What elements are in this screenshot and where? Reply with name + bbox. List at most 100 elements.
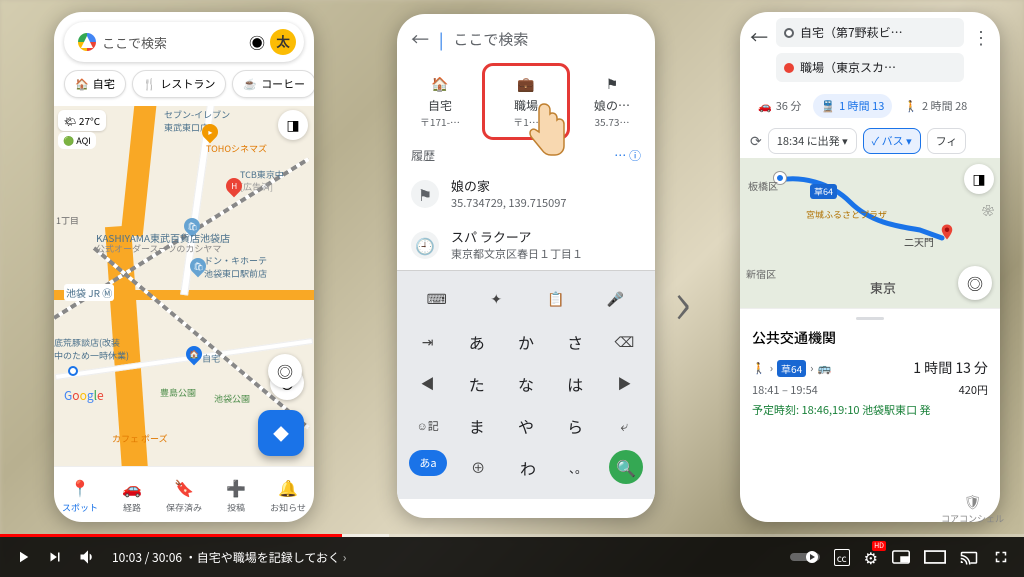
transit-filters: ⟳ 18:34 に出発 ▾ ✓ バス ▾ フィ: [740, 124, 1000, 158]
key[interactable]: ▶: [605, 366, 643, 402]
phone-screenshot-2: ← |ここで検索 🏠 自宅 〒171-… 💼 職場 〒1… ⚑ 娘の… 35.7…: [397, 14, 655, 518]
route-header: ← 自宅（第7野萩ビ… 職場（東京スカ… ⋮: [740, 12, 1000, 88]
key-backspace[interactable]: ⌫: [605, 324, 643, 360]
key[interactable]: わ: [509, 450, 547, 486]
sheet-title: 公共交通機関: [752, 328, 988, 348]
station-ikebukuro[interactable]: 池袋 JR Ⓜ: [64, 284, 114, 301]
mode-car[interactable]: 🚗36 分: [750, 94, 809, 118]
soft-keyboard[interactable]: ⌨ ✦ 📋 🎤 ⇥ あ か さ ⌫ ◀ た な は ▶ ☺記 ま や ら ⤶ あ…: [397, 270, 655, 499]
kbd-sparkle-icon[interactable]: ✦: [477, 281, 515, 317]
play-button[interactable]: [14, 548, 32, 566]
origin-circle-marker: [68, 366, 78, 376]
profile-avatar[interactable]: 太: [270, 29, 296, 55]
key[interactable]: や: [507, 408, 545, 444]
work-icon: 💼: [515, 73, 537, 95]
key[interactable]: あ: [458, 324, 496, 360]
route-badge: 草64: [810, 184, 837, 199]
time-display: 10:03 / 30:06 ・自宅や職場を記録しておく ›: [112, 549, 346, 566]
history-icon: 🕘: [411, 231, 439, 259]
history-row-2[interactable]: 🕘 スパ ラクーア東京都文京区春日１丁目１: [397, 219, 655, 270]
key[interactable]: ら: [556, 408, 594, 444]
kbd-mic-icon[interactable]: 🎤: [596, 281, 634, 317]
poi-kamen: 底荒豚談店(改装 中のため一時休業): [54, 336, 129, 362]
mode-transit[interactable]: 🚆1 時間 13: [813, 94, 892, 118]
key-language[interactable]: あa: [409, 450, 447, 476]
tab-spot[interactable]: 📍スポット: [54, 467, 106, 522]
more-history[interactable]: ⋯ ⓘ: [614, 147, 641, 164]
depart-time[interactable]: 18:34 に出発 ▾: [768, 128, 857, 154]
filter-bus[interactable]: ✓ バス ▾: [863, 128, 921, 154]
miniplayer-button[interactable]: [892, 550, 910, 564]
search-bar[interactable]: ここで検索 ◉ 太: [64, 22, 304, 62]
key[interactable]: か: [507, 324, 545, 360]
history-row-1[interactable]: ⚑ 娘の家35.734729, 139.715097: [397, 168, 655, 219]
poi-toho: TOHOシネマズ: [206, 142, 267, 155]
next-button[interactable]: [46, 548, 64, 566]
key[interactable]: な: [507, 366, 545, 402]
key-globe[interactable]: ⊕: [459, 450, 497, 486]
key-enter[interactable]: ⤶: [605, 408, 643, 444]
tab-saved[interactable]: 🔖保存済み: [158, 467, 210, 522]
poi-seven-eleven: セブン-イレブン 東武東口店: [164, 108, 230, 134]
tab-contribute[interactable]: ➕投稿: [210, 467, 262, 522]
key[interactable]: 、。: [559, 450, 597, 486]
kbd-switch-icon[interactable]: ⌨: [418, 281, 456, 317]
transit-sheet[interactable]: 公共交通機関 🚶 › 草64 › 🚌 1 時間 13 分 18:41 – 19:…: [740, 308, 1000, 522]
channel-watermark: 🛡 コアコンシェル: [941, 492, 1004, 525]
bottom-nav: 📍スポット 🚗経路 🔖保存済み ➕投稿 🔔お知らせ: [54, 466, 314, 522]
directions-fab[interactable]: ◆: [258, 410, 304, 456]
category-chips: 🏠自宅 🍴レストラン ☕コーヒー: [54, 62, 314, 106]
aqi-badge[interactable]: 🟢 AQI: [58, 132, 96, 149]
overflow-icon[interactable]: ⋮: [970, 18, 992, 56]
layers-button[interactable]: ◨: [278, 110, 308, 140]
mode-walk[interactable]: 🚶2 時間 28: [896, 94, 975, 118]
lens-icon[interactable]: ◉: [248, 30, 266, 54]
autoplay-toggle[interactable]: [790, 550, 820, 564]
key[interactable]: は: [556, 366, 594, 402]
weather-badge[interactable]: 🌤 27°C: [58, 110, 106, 131]
key[interactable]: ⇥: [409, 324, 447, 360]
back-icon[interactable]: ←: [748, 18, 770, 56]
theater-button[interactable]: [924, 550, 946, 564]
key[interactable]: ◀: [409, 366, 447, 402]
search-bar[interactable]: ← |ここで検索: [397, 14, 655, 64]
my-location-upper[interactable]: ◎: [268, 354, 302, 388]
destination-field[interactable]: 職場（東京スカ…: [776, 53, 964, 82]
poi-ad: [広告済]: [240, 180, 273, 193]
quick-home[interactable]: 🏠 自宅 〒171-…: [397, 64, 483, 139]
tab-updates[interactable]: 🔔お知らせ: [262, 467, 314, 522]
chip-coffee[interactable]: ☕コーヒー: [232, 70, 314, 98]
cast-button[interactable]: [960, 549, 978, 565]
kbd-clipboard-icon[interactable]: 📋: [537, 281, 575, 317]
key[interactable]: た: [458, 366, 496, 402]
tab-route[interactable]: 🚗経路: [106, 467, 158, 522]
chip-restaurant[interactable]: 🍴レストラン: [132, 70, 227, 98]
route-summary[interactable]: 🚶 › 草64 › 🚌 1 時間 13 分: [752, 348, 988, 380]
captions-button[interactable]: cc: [834, 549, 850, 566]
sheet-handle[interactable]: [856, 317, 884, 320]
label-shinjuku: 新宿区: [746, 266, 776, 281]
chip-home[interactable]: 🏠自宅: [64, 70, 126, 98]
volume-button[interactable]: [78, 547, 98, 567]
key-emoji[interactable]: ☺記: [409, 408, 447, 444]
origin-field[interactable]: 自宅（第7野萩ビ…: [776, 18, 964, 47]
fullscreen-button[interactable]: [992, 548, 1010, 566]
back-icon[interactable]: ←: [411, 26, 429, 52]
quick-custom[interactable]: ⚑ 娘の… 35.73…: [569, 64, 655, 139]
key[interactable]: ま: [458, 408, 496, 444]
map-canvas[interactable]: 🌤 27°C 🟢 AQI ◨ セブン-イレブン 東武東口店 TOHOシネマズ T…: [54, 106, 314, 466]
label-nitenmon: 二天門: [904, 234, 934, 249]
layers-button[interactable]: ◨: [964, 164, 994, 194]
refresh-icon[interactable]: ⟳: [750, 131, 762, 151]
label-tokyo: 東京: [870, 278, 896, 297]
my-location-button[interactable]: ◎: [958, 266, 992, 300]
filter-more[interactable]: フィ: [927, 128, 967, 154]
google-maps-icon: [78, 33, 96, 51]
key[interactable]: さ: [556, 324, 594, 360]
home-icon: 🏠: [429, 73, 451, 95]
layers-badge[interactable]: ❀: [982, 202, 994, 219]
route-map[interactable]: 板橋区 草64 宮城ふるさとプラザ 二天門 新宿区 東京 ◨ ◎ ❀: [740, 158, 1000, 308]
flow-arrow-icon: ›: [674, 255, 691, 342]
settings-button[interactable]: ⚙HD: [864, 545, 878, 569]
key-search[interactable]: 🔍: [609, 450, 643, 484]
